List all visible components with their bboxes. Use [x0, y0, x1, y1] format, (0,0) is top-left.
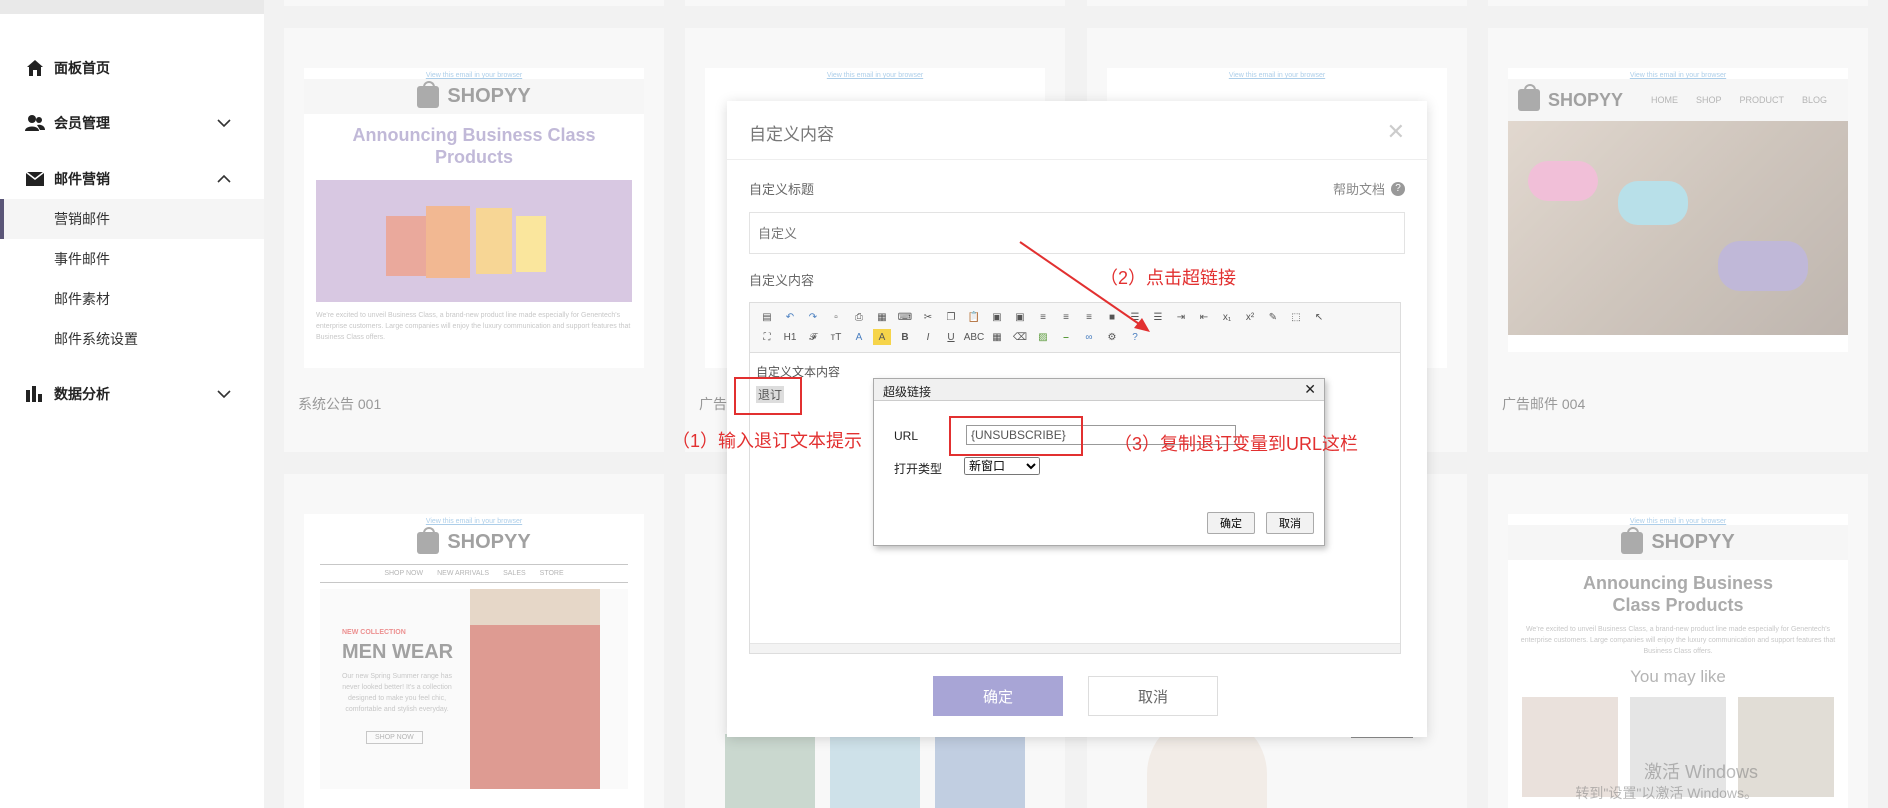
- close-icon[interactable]: ✕: [1387, 119, 1405, 145]
- fullscreen-icon[interactable]: ⛶: [758, 329, 776, 345]
- cursor-icon[interactable]: ↖: [1310, 309, 1328, 325]
- strikethrough-icon[interactable]: ABC: [964, 329, 985, 345]
- modal-title: 自定义内容: [749, 125, 834, 144]
- custom-title-label: 自定义标题: [749, 182, 815, 197]
- sidebar-item-label: 面板首页: [54, 60, 110, 76]
- heading-icon[interactable]: H1: [781, 329, 799, 345]
- hyperlink-cancel-button[interactable]: 取消: [1266, 512, 1314, 534]
- hyperlink-dialog-title: 超级链接: [883, 385, 932, 399]
- hyperlink-dialog: 超级链接 ✕ URL 打开类型 新窗口 确定 取消: [873, 378, 1325, 546]
- divider: [727, 159, 1427, 160]
- paste-icon[interactable]: 📋: [965, 309, 983, 325]
- code-icon[interactable]: ⌨: [896, 309, 914, 325]
- target-select[interactable]: 新窗口: [964, 457, 1040, 475]
- annotation-step-1: （1）输入退订文本提示: [672, 431, 863, 451]
- sidebar-item-dashboard[interactable]: 面板首页: [0, 48, 264, 88]
- sidebar-sub-event-mail[interactable]: 事件邮件: [0, 239, 264, 279]
- sidebar-sub-mail-assets[interactable]: 邮件素材: [0, 279, 264, 319]
- preview-icon[interactable]: ▫: [827, 309, 845, 325]
- chevron-down-icon: [217, 119, 231, 128]
- table-icon[interactable]: ▦: [988, 329, 1006, 345]
- sidebar-item-label: 数据分析: [54, 386, 110, 402]
- superscript-icon[interactable]: x²: [1241, 309, 1259, 325]
- sidebar-sub-marketing-mail[interactable]: 营销邮件: [0, 199, 264, 239]
- indent-icon[interactable]: ⇥: [1172, 309, 1190, 325]
- url-label: URL: [894, 429, 919, 443]
- redo-icon[interactable]: ↷: [804, 309, 822, 325]
- hyperlink-ok-button[interactable]: 确定: [1207, 512, 1255, 534]
- modal-ok-button[interactable]: 确定: [933, 676, 1063, 716]
- font-family-icon[interactable]: 𝓕: [804, 329, 822, 345]
- clear-format-icon[interactable]: ✎: [1264, 309, 1282, 325]
- chevron-down-icon: [217, 390, 231, 399]
- outdent-icon[interactable]: ⇤: [1195, 309, 1213, 325]
- members-icon: [24, 112, 46, 134]
- italic-icon[interactable]: I: [919, 329, 937, 345]
- annotation-step-3: （3）复制退订变量到URL这栏: [1114, 434, 1359, 454]
- annotation-arrow-icon: [1019, 241, 1150, 332]
- sidebar: 面板首页 会员管理 邮件营销 营销邮件 事件邮件 邮件素材 邮件系统设置 数据分…: [0, 0, 264, 808]
- sidebar-sub-mail-settings[interactable]: 邮件系统设置: [0, 319, 264, 359]
- help-doc-label: 帮助文档: [1332, 182, 1385, 197]
- target-label: 打开类型: [894, 462, 943, 476]
- underline-icon[interactable]: U: [942, 329, 960, 345]
- home-icon: [24, 57, 46, 79]
- font-color-icon[interactable]: A: [850, 329, 868, 345]
- close-icon[interactable]: ✕: [1304, 381, 1316, 398]
- annotation-box-unsubscribe-text: [734, 377, 802, 415]
- sidebar-item-label: 会员管理: [54, 115, 110, 131]
- question-icon: ?: [1391, 181, 1405, 196]
- custom-content-label: 自定义内容: [749, 273, 815, 288]
- modal-cancel-button[interactable]: 取消: [1088, 676, 1218, 716]
- subscript-icon[interactable]: x₁: [1218, 309, 1236, 325]
- paste-text-icon[interactable]: ▣: [988, 309, 1006, 325]
- chart-icon: [24, 383, 46, 405]
- highlight-icon[interactable]: A: [873, 329, 891, 345]
- mail-icon: [24, 168, 46, 190]
- sidebar-item-members[interactable]: 会员管理: [0, 103, 264, 143]
- sidebar-item-label: 邮件营销: [54, 171, 110, 187]
- source-icon[interactable]: ▤: [758, 309, 776, 325]
- editor-resize-handle[interactable]: [750, 643, 1400, 653]
- windows-watermark: 激活 Windows: [1643, 762, 1758, 782]
- copy-icon[interactable]: ❐: [942, 309, 960, 325]
- cut-icon[interactable]: ✂: [919, 309, 937, 325]
- print-icon[interactable]: ⎙: [850, 309, 868, 325]
- undo-icon[interactable]: ↶: [781, 309, 799, 325]
- help-doc-link[interactable]: 帮助文档 ?: [1333, 179, 1405, 198]
- chevron-up-icon: [217, 174, 231, 183]
- template-icon[interactable]: ▦: [873, 309, 891, 325]
- hyperlink-dialog-header: 超级链接 ✕: [874, 379, 1324, 401]
- annotation-box-url: [949, 416, 1083, 456]
- select-all-icon[interactable]: ⬚: [1287, 309, 1305, 325]
- windows-watermark-sub: 转到"设置"以激活 Windows。: [1575, 785, 1758, 801]
- sidebar-item-analytics[interactable]: 数据分析: [0, 374, 264, 414]
- sidebar-item-mail-marketing[interactable]: 邮件营销: [0, 159, 264, 199]
- bold-icon[interactable]: B: [896, 329, 914, 345]
- font-size-icon[interactable]: тT: [827, 329, 845, 345]
